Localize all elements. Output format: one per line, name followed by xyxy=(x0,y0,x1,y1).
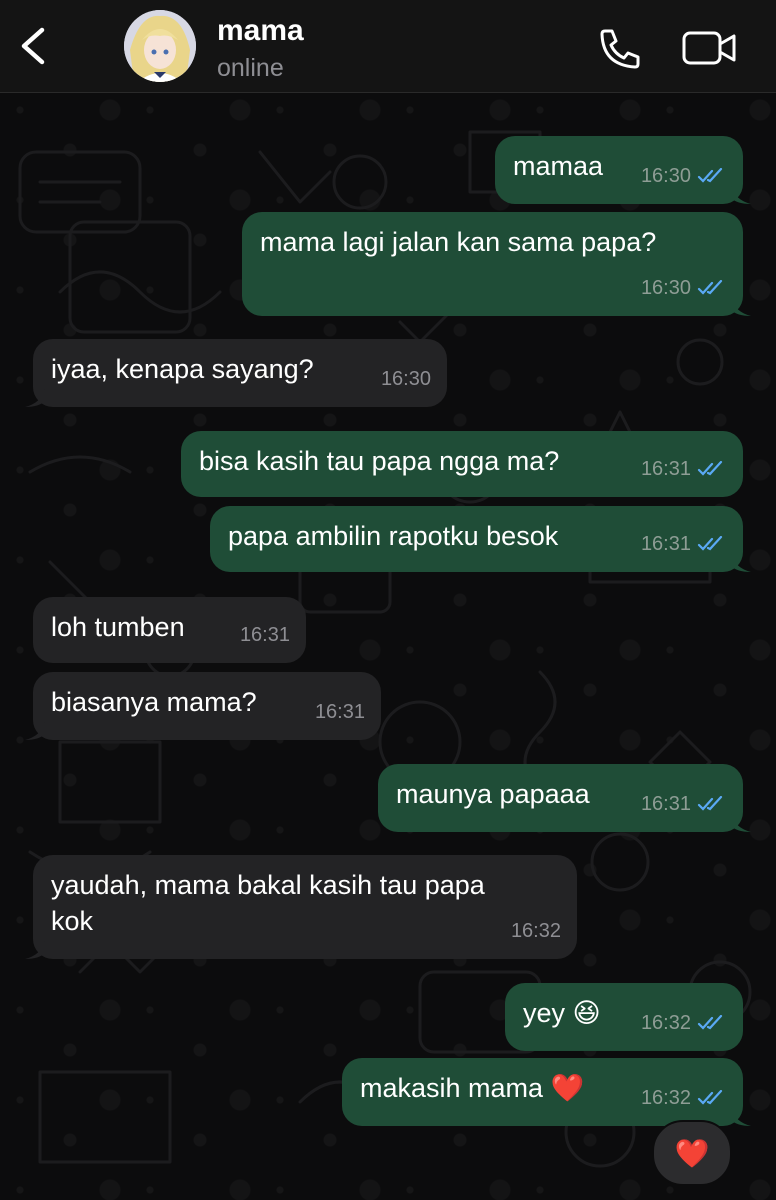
message-time: 16:30 xyxy=(380,368,431,390)
back-chevron-icon xyxy=(21,27,45,65)
video-camera-icon xyxy=(682,31,736,65)
message-meta: 16:30 xyxy=(641,158,727,194)
message-meta: 16:30 xyxy=(641,270,727,306)
message-time: 16:31 xyxy=(314,701,365,723)
bubble-tail xyxy=(25,722,45,740)
outgoing-message[interactable]: bisa kasih tau papa ngga ma? 16:31 xyxy=(181,431,743,497)
message-text: makasih mama ❤️ xyxy=(360,1073,585,1103)
double-check-icon xyxy=(697,461,723,476)
message-text: mamaa xyxy=(513,151,604,181)
bubble-tail xyxy=(731,554,751,572)
message-text: mama lagi jalan kan sama papa? xyxy=(260,227,657,257)
phone-icon xyxy=(600,29,640,69)
outgoing-message[interactable]: papa ambilin rapotku besok 16:31 xyxy=(210,506,751,572)
message-meta: 16:32 xyxy=(641,1080,727,1116)
incoming-message[interactable]: biasanya mama? 16:31 xyxy=(25,672,381,740)
message-time: 16:31 xyxy=(640,793,691,815)
message-time: 16:32 xyxy=(640,1012,691,1034)
message-text: biasanya mama? xyxy=(51,687,257,717)
message-reaction[interactable]: ❤️ xyxy=(652,1120,732,1186)
outgoing-message[interactable]: yey 😆 16:32 xyxy=(505,983,743,1051)
message-text: bisa kasih tau papa ngga ma? xyxy=(199,446,560,476)
outgoing-message[interactable]: mama lagi jalan kan sama papa? 16:30 xyxy=(242,212,751,316)
message-meta: 16:31 xyxy=(240,617,290,653)
message-time: 16:31 xyxy=(640,458,691,480)
bubble-tail xyxy=(731,1108,751,1126)
bubble-tail xyxy=(731,814,751,832)
double-check-icon xyxy=(697,536,723,551)
double-check-icon xyxy=(697,1090,723,1105)
reaction-heart-icon: ❤️ xyxy=(674,1137,710,1169)
voice-call-button[interactable] xyxy=(596,26,640,70)
message-time: 16:32 xyxy=(640,1087,691,1109)
double-check-icon xyxy=(697,796,723,811)
incoming-message[interactable]: loh tumben 16:31 xyxy=(33,597,306,663)
message-meta: 16:31 xyxy=(641,451,727,487)
bubble-tail xyxy=(25,389,45,407)
chat-screen: mama online mamaa 16:30 mama lagi jalan … xyxy=(0,0,776,1200)
incoming-message[interactable]: yaudah, mama bakal kasih tau papa kok 16… xyxy=(25,855,577,959)
bubble-tail xyxy=(25,941,45,959)
message-time: 16:31 xyxy=(640,533,691,555)
contact-name[interactable]: mama xyxy=(217,14,304,48)
contact-avatar[interactable] xyxy=(124,10,196,82)
message-time: 16:30 xyxy=(640,165,691,187)
message-text: papa ambilin rapotku besok xyxy=(228,521,559,551)
back-button[interactable] xyxy=(14,24,54,68)
message-time: 16:30 xyxy=(640,277,691,299)
contact-status: online xyxy=(217,54,284,82)
message-text: iyaa, kenapa sayang? xyxy=(51,354,314,384)
message-text: yey 😆 xyxy=(523,998,601,1028)
double-check-icon xyxy=(697,280,723,295)
message-text: yaudah, mama bakal kasih tau papa kok xyxy=(51,870,485,936)
video-call-button[interactable] xyxy=(682,30,738,66)
chat-header: mama online xyxy=(0,0,776,93)
message-meta: 16:32 xyxy=(511,913,561,949)
avatar-image xyxy=(124,10,196,82)
message-time: 16:31 xyxy=(239,624,290,646)
message-text: loh tumben xyxy=(51,612,185,642)
incoming-message[interactable]: iyaa, kenapa sayang? 16:30 xyxy=(25,339,447,407)
message-text: maunya papaaa xyxy=(396,779,590,809)
outgoing-message[interactable]: maunya papaaa 16:31 xyxy=(378,764,751,832)
double-check-icon xyxy=(697,168,723,183)
message-meta: 16:31 xyxy=(641,526,727,562)
message-meta: 16:32 xyxy=(641,1005,727,1041)
message-time: 16:32 xyxy=(510,920,561,942)
outgoing-message[interactable]: mamaa 16:30 xyxy=(495,136,751,204)
message-meta: 16:30 xyxy=(381,361,431,397)
message-meta: 16:31 xyxy=(315,694,365,730)
message-meta: 16:31 xyxy=(641,786,727,822)
double-check-icon xyxy=(697,1015,723,1030)
bubble-tail xyxy=(731,186,751,204)
outgoing-message[interactable]: makasih mama ❤️ 16:32 xyxy=(342,1058,751,1126)
bubble-tail xyxy=(731,298,751,316)
